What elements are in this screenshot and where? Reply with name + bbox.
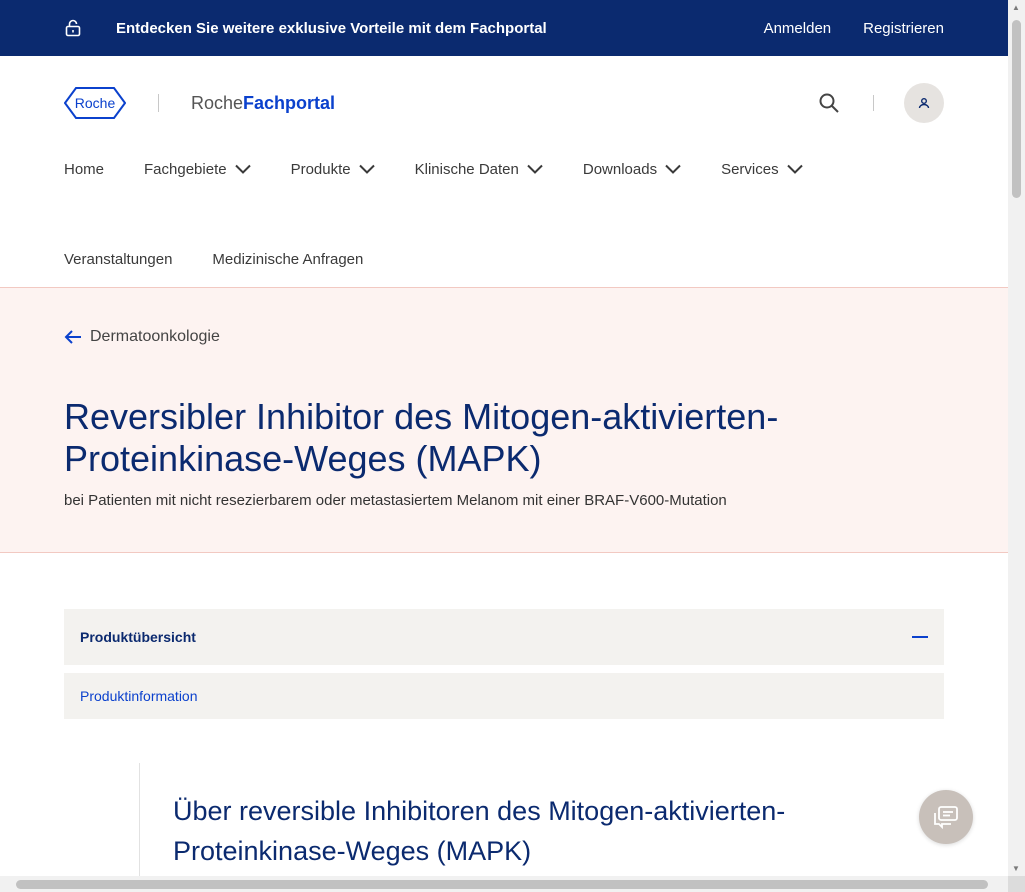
- nav-label: Klinische Daten: [414, 160, 519, 178]
- nav-row-primary: Home Fachgebiete Produkte Klinische Date…: [64, 150, 944, 188]
- arrow-left-icon: [64, 329, 82, 345]
- chevron-down-icon: [786, 164, 803, 174]
- nav-label: Veranstaltungen: [64, 250, 173, 268]
- nav-label: Medizinische Anfragen: [212, 250, 364, 268]
- product-accordion: Produktübersicht Produktinformation: [64, 609, 944, 719]
- chat-icon: [934, 806, 958, 829]
- page: Entdecken Sie weitere exklusive Vorteile…: [0, 0, 1008, 876]
- nav-item-services[interactable]: Services: [721, 161, 803, 178]
- site-header: Roche RocheFachportal: [0, 56, 1008, 150]
- chevron-down-icon: [234, 164, 251, 174]
- nav-item-produkte[interactable]: Produkte: [291, 161, 375, 178]
- nav-label: Services: [721, 160, 779, 178]
- section-heading: Über reversible Inhibitoren des Mitogen-…: [173, 796, 786, 866]
- logo-group[interactable]: Roche RocheFachportal: [64, 87, 335, 119]
- back-link-label: Dermatoonkologie: [90, 328, 220, 345]
- vertical-scrollbar[interactable]: ▲ ▼: [1008, 0, 1025, 876]
- chevron-down-icon: [358, 164, 375, 174]
- scrollbar-corner: [1008, 876, 1025, 892]
- register-link[interactable]: Registrieren: [863, 20, 944, 37]
- header-actions: [819, 83, 944, 123]
- promo-text: Entdecken Sie weitere exklusive Vorteile…: [116, 19, 547, 37]
- header-divider: [873, 95, 874, 111]
- nav-item-veranstaltungen[interactable]: Veranstaltungen: [64, 251, 172, 268]
- vertical-scroll-thumb[interactable]: [1012, 20, 1021, 198]
- brand-name[interactable]: RocheFachportal: [191, 93, 335, 114]
- page-subtitle: bei Patienten mit nicht resezierbarem od…: [64, 492, 727, 509]
- hero-section: Dermatoonkologie Reversibler Inhibitor d…: [0, 287, 1008, 553]
- nav-label: Home: [64, 160, 105, 178]
- accordion-item-produktinformation[interactable]: Produktinformation: [64, 673, 944, 719]
- horizontal-scrollbar[interactable]: [0, 876, 1008, 892]
- main-nav: Home Fachgebiete Produkte Klinische Date…: [0, 150, 1008, 278]
- lock-icon: [64, 19, 82, 37]
- logo-divider: [158, 94, 159, 112]
- scroll-down-arrow-icon[interactable]: ▼: [1012, 864, 1020, 873]
- accordion-header[interactable]: Produktübersicht: [64, 609, 944, 665]
- back-link[interactable]: Dermatoonkologie: [64, 328, 944, 346]
- brand-bold: Fachportal: [243, 92, 336, 113]
- nav-label: Produkte: [290, 160, 351, 178]
- nav-label: Downloads: [582, 160, 658, 178]
- nav-item-home[interactable]: Home: [64, 161, 104, 178]
- user-icon: [918, 98, 930, 109]
- nav-item-fachgebiete[interactable]: Fachgebiete: [144, 161, 251, 178]
- content-section: Über reversible Inhibitoren des Mitogen-…: [139, 763, 1008, 876]
- login-link[interactable]: Anmelden: [764, 20, 832, 37]
- page-title: Reversibler Inhibitor des Mitogen-aktivi…: [64, 396, 779, 479]
- brand-prefix: Roche: [191, 92, 244, 113]
- nav-item-klinische-daten[interactable]: Klinische Daten: [415, 161, 543, 178]
- collapse-icon[interactable]: [912, 636, 928, 638]
- promo-bar: Entdecken Sie weitere exklusive Vorteile…: [0, 0, 1008, 56]
- accordion-item-label: Produktinformation: [80, 688, 198, 704]
- nav-label: Fachgebiete: [144, 160, 227, 178]
- nav-item-downloads[interactable]: Downloads: [583, 161, 681, 178]
- chevron-down-icon: [665, 164, 681, 174]
- accordion-header-label: Produktübersicht: [80, 629, 196, 645]
- horizontal-scroll-thumb[interactable]: [16, 880, 988, 889]
- logo-text: Roche: [75, 95, 116, 111]
- nav-row-secondary: Veranstaltungen Medizinische Anfragen: [64, 240, 944, 278]
- nav-item-medizinische-anfragen[interactable]: Medizinische Anfragen: [212, 251, 363, 268]
- search-icon[interactable]: [819, 93, 839, 113]
- user-avatar-button[interactable]: [904, 83, 944, 123]
- roche-logo[interactable]: Roche: [64, 87, 126, 119]
- chevron-down-icon: [527, 164, 543, 174]
- scroll-up-arrow-icon[interactable]: ▲: [1012, 3, 1020, 12]
- chat-button[interactable]: [919, 790, 973, 844]
